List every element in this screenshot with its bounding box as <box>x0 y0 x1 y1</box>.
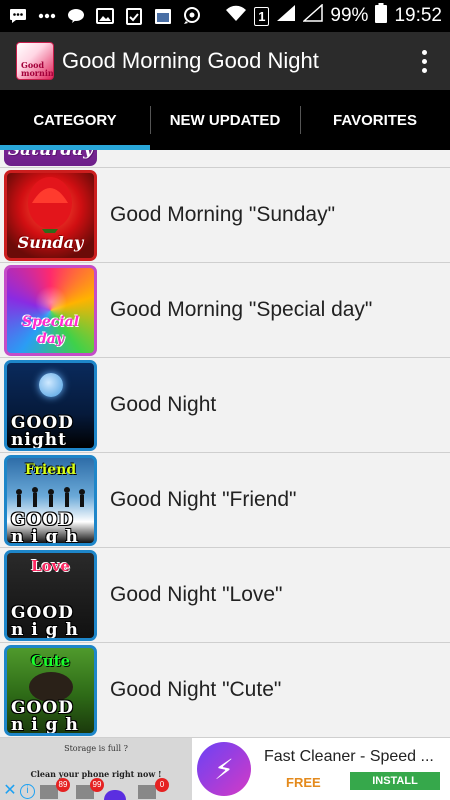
ad-banner[interactable]: Storage is full ? Clean your phone right… <box>0 738 450 800</box>
list-item-thumbnail: Saturday <box>4 150 97 166</box>
list-item-label: Good Night "Love" <box>110 583 283 606</box>
tab-favorites[interactable]: FAVORITES <box>300 90 450 150</box>
thumbnail-text: Love <box>31 557 70 575</box>
list-item-thumbnail: Friend GOODn i g h t <box>4 455 97 546</box>
list-item-thumbnail: GOOD night <box>4 360 97 451</box>
ad-info-icon[interactable]: i <box>20 784 35 799</box>
list-item-label: Good Night <box>110 393 217 416</box>
battery-icon <box>375 3 388 29</box>
list-item[interactable]: Cute GOODn i g h t Good Night "Cute" <box>0 643 450 738</box>
list-item[interactable]: GOOD night Good Night <box>0 358 450 453</box>
line-icon <box>66 7 86 25</box>
wifi-icon <box>225 4 247 28</box>
system-status: 1 99% 19:52 <box>225 3 442 29</box>
clock: 19:52 <box>394 5 442 26</box>
notification-icons <box>8 7 202 25</box>
ad-badge: 0 <box>155 778 169 792</box>
clipboard-icon <box>124 7 144 25</box>
list-item-label: Good Morning "Sunday" <box>110 203 336 226</box>
list-item-label: Good Night "Cute" <box>110 678 282 701</box>
bolt-icon <box>104 790 126 800</box>
tulip-image <box>28 177 72 233</box>
ad-price: FREE <box>286 775 321 790</box>
list-item-thumbnail: Sunday <box>4 170 97 261</box>
list-item-label: Good Night "Friend" <box>110 488 297 511</box>
status-bar: 1 99% 19:52 <box>0 0 450 32</box>
ad-badge: 89 <box>56 778 70 792</box>
good-night-text: GOODn i g h t <box>11 603 79 640</box>
list-item-label: Good Morning "Special day" <box>110 298 373 321</box>
thumbnail-text: Special day <box>21 314 80 347</box>
app-logo: Good morning <box>16 42 54 80</box>
trash-icon <box>138 785 156 799</box>
app-bar: Good morning Good Morning Good Night <box>0 32 450 90</box>
thumbnail-text: Cute <box>30 652 71 670</box>
overflow-menu-icon <box>421 49 427 55</box>
tab-bar: CATEGORY NEW UPDATED FAVORITES <box>0 90 450 150</box>
category-list[interactable]: Saturday Sunday Good Morning "Sunday" Sp… <box>0 150 450 738</box>
overflow-menu-button[interactable] <box>404 41 444 81</box>
signal-icon <box>276 4 296 28</box>
list-item[interactable]: Love GOODn i g h t Good Night "Love" <box>0 548 450 643</box>
good-night-text: GOODn i g h t <box>11 510 79 546</box>
messages-icon <box>8 7 28 25</box>
calendar-icon <box>153 7 173 25</box>
chat-icon <box>182 7 202 25</box>
moon-icon <box>39 373 63 397</box>
sim-slot-indicator: 1 <box>254 6 270 26</box>
ad-storage-text: Storage is full ? <box>64 744 128 753</box>
tab-new-updated[interactable]: NEW UPDATED <box>150 90 300 150</box>
ad-close-icon[interactable]: ✕ <box>2 783 18 799</box>
battery-percent: 99% <box>330 5 369 26</box>
ad-install-button[interactable]: INSTALL <box>350 772 440 790</box>
ad-badge: 99 <box>90 778 104 792</box>
thumbnail-text: GOOD night <box>11 413 74 450</box>
list-item[interactable]: Sunday Good Morning "Sunday" <box>0 168 450 263</box>
list-item[interactable]: Friend GOODn i g h t Good Night "Friend" <box>0 453 450 548</box>
list-item-thumbnail: Love GOODn i g h t <box>4 550 97 641</box>
signal-2-icon <box>302 3 324 28</box>
trash-icon <box>40 785 58 799</box>
gallery-icon <box>95 7 115 25</box>
tab-category[interactable]: CATEGORY <box>0 90 150 150</box>
app-logo-text: Good morning <box>21 60 54 78</box>
app-title: Good Morning Good Night <box>62 48 319 73</box>
more-icon <box>37 7 57 25</box>
list-item[interactable]: Special day Good Morning "Special day" <box>0 263 450 358</box>
thumbnail-text: Saturday <box>7 150 94 160</box>
list-item-thumbnail: Cute GOODn i g h t <box>4 645 97 736</box>
ad-creative[interactable]: Storage is full ? Clean your phone right… <box>0 738 192 800</box>
list-item-thumbnail: Special day <box>4 265 97 356</box>
ad-app-icon[interactable]: ⚡ <box>192 738 256 800</box>
thumbnail-text: Sunday <box>17 233 84 252</box>
list-item[interactable]: Saturday <box>0 150 450 168</box>
thumbnail-text: Friend <box>24 462 77 478</box>
ad-app-name: Fast Cleaner - Speed ... <box>264 748 434 765</box>
lightning-icon: ⚡ <box>197 742 251 796</box>
good-night-text: GOODn i g h t <box>11 698 79 735</box>
ad-app-info[interactable]: Fast Cleaner - Speed ... FREE INSTALL <box>256 738 450 800</box>
